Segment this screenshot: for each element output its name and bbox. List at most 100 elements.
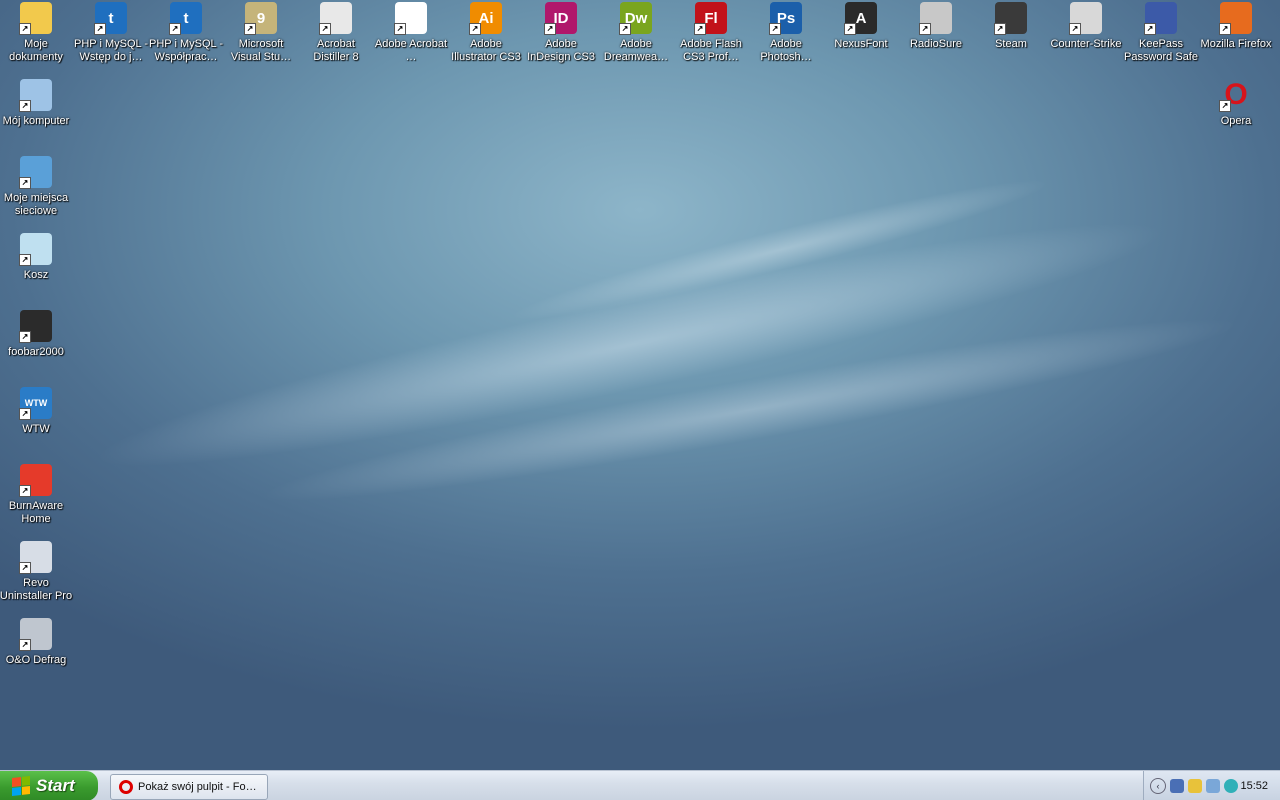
system-tray: ‹ 15:52 <box>1143 771 1280 800</box>
desktop-icon[interactable]: Ai ↗ Adobe Illustrator CS3 <box>449 2 523 64</box>
shortcut-arrow-icon: ↗ <box>619 23 631 35</box>
desktop-icon-label: Adobe Dreamwea… <box>603 38 669 63</box>
chevron-left-icon[interactable]: ‹ <box>1150 778 1166 794</box>
steam-icon: ↗ <box>994 2 1027 35</box>
desktop-icon[interactable]: ID ↗ Adobe InDesign CS3 <box>524 2 598 64</box>
shortcut-arrow-icon: ↗ <box>544 23 556 35</box>
desktop-icon[interactable]: ↗ KeePass Password Safe <box>1124 2 1198 64</box>
desktop-icon-label: Revo Uninstaller Pro <box>0 577 73 602</box>
computer-icon: ↗ <box>19 79 52 112</box>
indesign-icon: ID ↗ <box>544 2 577 35</box>
shortcut-arrow-icon: ↗ <box>19 485 31 497</box>
shortcut-arrow-icon: ↗ <box>919 23 931 35</box>
desktop-icon[interactable]: ↗ Kosz <box>0 233 73 282</box>
shortcut-arrow-icon: ↗ <box>1144 23 1156 35</box>
desktop-icon-label: PHP i MySQL - Wstęp do j… <box>74 38 148 63</box>
shortcut-arrow-icon: ↗ <box>19 408 31 420</box>
desktop-icon-label: Acrobat Distiller 8 <box>313 38 359 63</box>
shortcut-arrow-icon: ↗ <box>94 23 106 35</box>
windows-logo-icon <box>12 776 30 796</box>
desktop-icon-label: Microsoft Visual Stu… <box>230 38 292 63</box>
folder-icon: ↗ <box>19 2 52 35</box>
antivirus-tray-icon[interactable] <box>1224 779 1238 793</box>
desktop-icon[interactable]: t ↗ PHP i MySQL - Wstęp do j… <box>74 2 148 64</box>
opera-icon: O ↗ <box>1219 78 1252 112</box>
desktop-icon[interactable]: ↗ Revo Uninstaller Pro <box>0 541 73 603</box>
desktop-icon[interactable]: ↗ Moje miejsca sieciowe <box>0 156 73 218</box>
foobar-icon: ↗ <box>19 310 52 343</box>
illustrator-icon: Ai ↗ <box>469 2 502 35</box>
desktop-icon-label: Opera <box>1220 115 1252 127</box>
shortcut-arrow-icon: ↗ <box>19 562 31 574</box>
desktop-icon[interactable]: Ps ↗ Adobe Photosh… <box>749 2 823 64</box>
taskbar: Start Pokaż swój pulpit - Fo… ‹ 15:52 <box>0 770 1280 800</box>
desktop-icon[interactable]: ↗ Mozilla Firefox <box>1199 2 1273 51</box>
desktop-icon[interactable]: 9 ↗ Microsoft Visual Stu… <box>224 2 298 64</box>
desktop-icon[interactable]: Dw ↗ Adobe Dreamwea… <box>599 2 673 64</box>
clock[interactable]: 15:52 <box>1240 780 1268 792</box>
acrobat-icon: ↗ <box>394 2 427 35</box>
firefox-icon: ↗ <box>1219 2 1252 35</box>
desktop-icon-label: Mój komputer <box>2 115 70 127</box>
desktop-icon[interactable]: ↗ Mój komputer <box>0 79 73 128</box>
desktop-icon-label: PHP i MySQL - Współprac… <box>149 38 223 63</box>
desktop-icon[interactable]: ↗ Adobe Acrobat … <box>374 2 448 64</box>
desktop-icon[interactable]: ↗ RadioSure <box>899 2 973 51</box>
wallpaper-streak <box>252 293 1248 527</box>
shortcut-arrow-icon: ↗ <box>244 23 256 35</box>
book-t-icon: t ↗ <box>94 2 127 35</box>
revo-icon: ↗ <box>19 541 52 574</box>
shortcut-arrow-icon: ↗ <box>319 23 331 35</box>
desktop-icon[interactable]: t ↗ PHP i MySQL - Współprac… <box>149 2 223 64</box>
desktop-icon-label: Adobe Acrobat … <box>374 38 448 63</box>
network-tray-icon[interactable] <box>1170 779 1184 793</box>
desktop-icon[interactable]: ↗ Steam <box>974 2 1048 51</box>
desktop-icon-label: Steam <box>995 38 1027 50</box>
desktop-icon-label: Adobe Illustrator CS3 <box>451 38 521 63</box>
shortcut-arrow-icon: ↗ <box>19 254 31 266</box>
desktop-icon-label: NexusFont <box>834 38 888 50</box>
desktop-icon-label: RadioSure <box>910 38 962 50</box>
desktop-icon-label: Counter-Strike <box>1050 38 1122 50</box>
desktop-icon[interactable]: ↗ Moje dokumenty <box>0 2 73 64</box>
desktop-icon[interactable]: ↗ O&O Defrag <box>0 618 73 667</box>
desktop-icon[interactable]: Fl ↗ Adobe Flash CS3 Prof… <box>674 2 748 64</box>
r-tray-icon[interactable] <box>1188 779 1202 793</box>
shortcut-arrow-icon: ↗ <box>769 23 781 35</box>
shortcut-arrow-icon: ↗ <box>19 100 31 112</box>
photoshop-icon: Ps ↗ <box>769 2 802 35</box>
desktop-icon[interactable]: A ↗ NexusFont <box>824 2 898 51</box>
desktop-icon-label: Adobe InDesign CS3 <box>527 38 595 63</box>
desktop-icon[interactable]: ↗ BurnAware Home <box>0 464 73 526</box>
desktop-icon-label: KeePass Password Safe <box>1124 38 1198 63</box>
display-tray-icon[interactable] <box>1206 779 1220 793</box>
shortcut-arrow-icon: ↗ <box>469 23 481 35</box>
shortcut-arrow-icon: ↗ <box>394 23 406 35</box>
taskbar-window-button[interactable]: Pokaż swój pulpit - Fo… <box>110 774 268 800</box>
recycle-bin-icon: ↗ <box>19 233 52 266</box>
desktop-icon-label: WTW <box>22 423 50 435</box>
desktop-icon[interactable]: ↗ Counter-Strike <box>1049 2 1123 51</box>
start-button[interactable]: Start <box>0 771 98 800</box>
desktop-icon[interactable]: WTW ↗ WTW <box>0 387 73 436</box>
desktop-icon[interactable]: O ↗ Opera <box>1199 78 1273 128</box>
shortcut-arrow-icon: ↗ <box>994 23 1006 35</box>
desktop-icon-label: Moje miejsca sieciowe <box>3 192 69 217</box>
desktop-icon-label: Adobe Flash CS3 Prof… <box>680 38 742 63</box>
shortcut-arrow-icon: ↗ <box>1219 100 1231 112</box>
desktop[interactable]: ↗ Moje dokumenty t ↗ PHP i MySQL - Wstęp do … <box>0 0 1280 770</box>
speaker-icon: ↗ <box>919 2 952 35</box>
wallpaper-streak <box>82 186 1178 504</box>
desktop-icon[interactable]: ↗ foobar2000 <box>0 310 73 359</box>
dreamweaver-icon: Dw ↗ <box>619 2 652 35</box>
desktop-icon[interactable]: ↗ Acrobat Distiller 8 <box>299 2 373 64</box>
desktop-icon-label: Mozilla Firefox <box>1200 38 1272 50</box>
nexusfont-icon: A ↗ <box>844 2 877 35</box>
desktop-icon-label: BurnAware Home <box>8 500 64 525</box>
shortcut-arrow-icon: ↗ <box>844 23 856 35</box>
burnaware-icon: ↗ <box>19 464 52 497</box>
shortcut-arrow-icon: ↗ <box>19 23 31 35</box>
counter-strike-icon: ↗ <box>1069 2 1102 35</box>
start-label: Start <box>36 776 75 795</box>
wtw-icon: WTW ↗ <box>19 387 52 420</box>
